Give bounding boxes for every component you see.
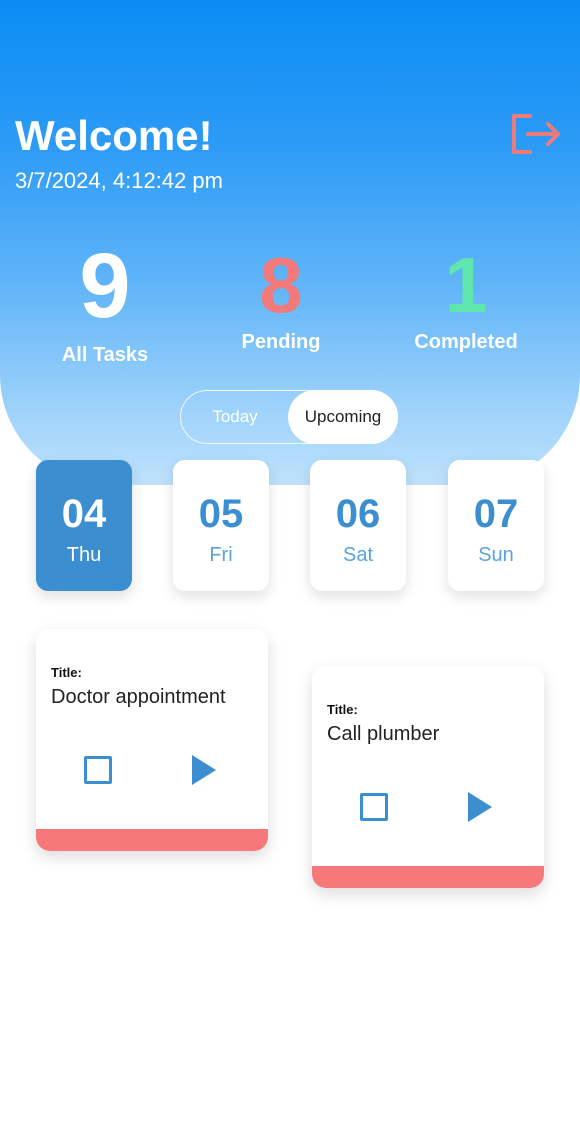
logout-icon: [512, 114, 560, 154]
stat-pending-count: 8: [259, 241, 303, 329]
welcome-heading: Welcome!: [15, 112, 213, 159]
task-title: Call plumber: [327, 723, 440, 745]
day-name: Sun: [478, 544, 514, 566]
toggle-today[interactable]: Today: [181, 391, 289, 443]
stat-all-tasks[interactable]: 9 All Tasks: [45, 240, 165, 367]
stat-completed-label: Completed: [414, 331, 518, 353]
day-card-sun[interactable]: 07 Sun: [448, 460, 544, 591]
stat-pending[interactable]: 8 Pending: [221, 246, 341, 354]
play-icon[interactable]: [192, 755, 216, 785]
task-status-bar: [36, 829, 268, 851]
checkbox-icon[interactable]: [360, 793, 388, 821]
task-card-call-plumber[interactable]: Title: Call plumber: [312, 666, 544, 888]
toggle-upcoming[interactable]: Upcoming: [288, 390, 398, 444]
stat-all-tasks-label: All Tasks: [61, 344, 149, 366]
stat-completed[interactable]: 1 Completed: [398, 246, 534, 354]
stat-pending-label: Pending: [241, 331, 321, 353]
day-card-thu[interactable]: 04 Thu: [36, 460, 132, 591]
day-card-fri[interactable]: 05 Fri: [173, 460, 269, 591]
view-toggle: Today Upcoming: [180, 390, 398, 444]
task-status-bar: [312, 866, 544, 888]
day-name: Sat: [342, 544, 374, 566]
current-datetime: 3/7/2024, 4:12:42 pm: [15, 168, 223, 193]
day-number: 06: [335, 492, 381, 536]
day-number: 05: [198, 492, 244, 536]
task-title: Doctor appointment: [51, 686, 226, 708]
day-number: 07: [473, 492, 519, 536]
task-card-doctor-appointment[interactable]: Title: Doctor appointment: [36, 629, 268, 851]
play-icon[interactable]: [468, 792, 492, 822]
stat-completed-count: 1: [444, 241, 488, 329]
day-name: Fri: [209, 544, 233, 566]
checkbox-icon[interactable]: [84, 756, 112, 784]
day-card-sat[interactable]: 06 Sat: [310, 460, 406, 591]
day-name: Thu: [66, 544, 102, 566]
task-title-label: Title:: [327, 702, 358, 717]
logout-button[interactable]: [508, 110, 562, 158]
task-title-label: Title:: [51, 665, 82, 680]
stat-all-tasks-count: 9: [79, 235, 131, 337]
day-number: 04: [61, 492, 107, 536]
